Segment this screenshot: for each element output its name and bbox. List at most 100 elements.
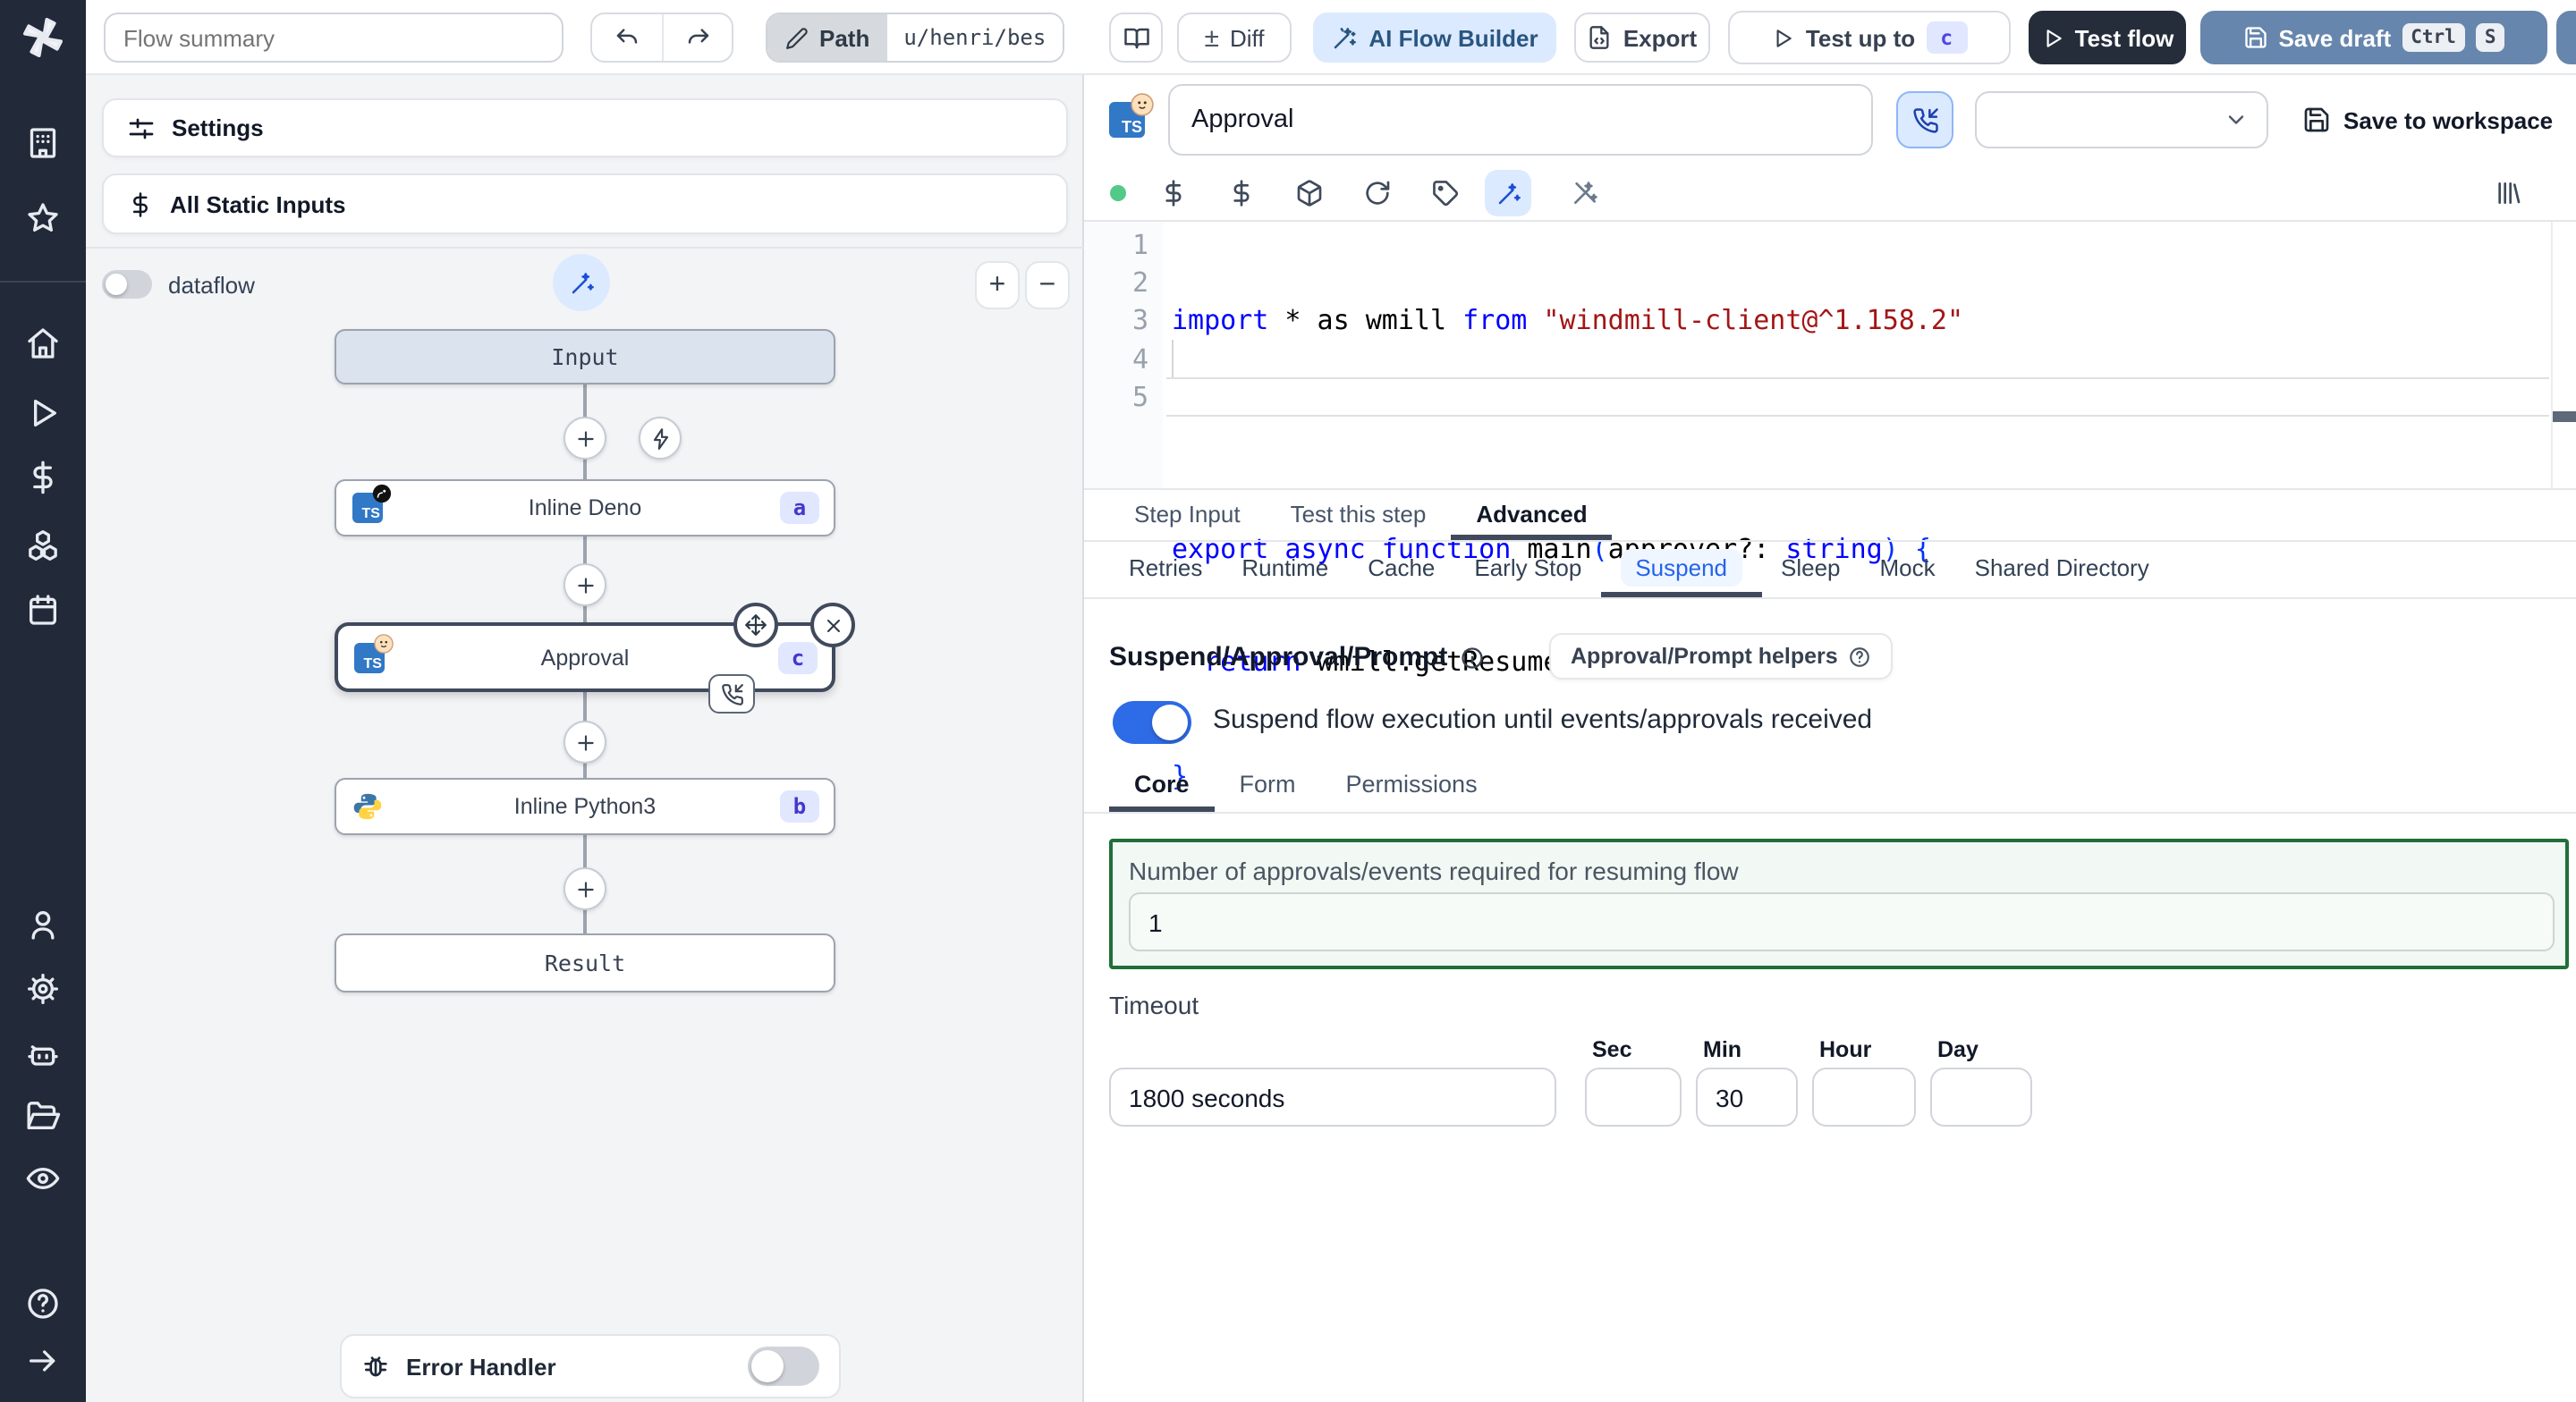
- error-handler-toggle[interactable]: [748, 1347, 819, 1386]
- save-draft-button[interactable]: Save draft Ctrl S: [2200, 11, 2547, 64]
- resources-boxes-icon[interactable]: [25, 528, 61, 563]
- suspend-section-heading: Suspend/Approval/Prompt: [1109, 642, 1485, 672]
- docs-book-button[interactable]: [1109, 13, 1163, 63]
- tab-step-input[interactable]: Step Input: [1109, 494, 1266, 540]
- add-trigger-button[interactable]: [639, 417, 682, 460]
- timeout-seconds-input[interactable]: [1109, 1068, 1556, 1127]
- delete-step-button[interactable]: [810, 603, 855, 647]
- template-dropdown[interactable]: [1975, 91, 2268, 148]
- audit-eye-icon[interactable]: [25, 1161, 61, 1196]
- approvals-required-input[interactable]: [1129, 892, 2555, 951]
- redo-button[interactable]: [662, 14, 732, 61]
- hour-input[interactable]: [1812, 1068, 1916, 1127]
- step-tabs: Step Input Test this step Advanced: [1084, 494, 2576, 542]
- ai-generate-wand-button-active[interactable]: [1485, 170, 1531, 216]
- subtab-shared-directory[interactable]: Shared Directory: [1955, 542, 2169, 597]
- add-variable-dollar-icon[interactable]: [1159, 179, 1188, 207]
- package-icon[interactable]: [1295, 179, 1324, 207]
- flow-node-result[interactable]: Result: [335, 933, 835, 992]
- export-button[interactable]: Export: [1574, 13, 1710, 63]
- editor-scrollbar-thumb[interactable]: [2553, 411, 2576, 422]
- code-line-1: import * as wmill from "windmill-client@…: [1172, 304, 1964, 337]
- save-icon: [2243, 25, 2268, 50]
- play-icon: [1772, 26, 1795, 49]
- tab-permissions[interactable]: Permissions: [1321, 762, 1503, 812]
- ai-flow-builder-button[interactable]: AI Flow Builder: [1313, 13, 1556, 63]
- zoom-out-button[interactable]: −: [1025, 261, 1070, 309]
- variables-dollar-icon[interactable]: [25, 460, 61, 495]
- add-step-button[interactable]: [564, 417, 606, 460]
- deploy-button-clipped[interactable]: [2556, 11, 2576, 64]
- suspend-phone-button[interactable]: [1896, 91, 1953, 148]
- tab-test-this-step[interactable]: Test this step: [1266, 494, 1452, 540]
- save-to-workspace-button[interactable]: Save to workspace: [2302, 91, 2553, 148]
- flow-summary-input[interactable]: [104, 13, 564, 63]
- runs-play-icon[interactable]: [25, 395, 61, 431]
- users-icon[interactable]: [25, 907, 61, 942]
- folders-icon[interactable]: [25, 1098, 61, 1134]
- info-icon[interactable]: [1460, 645, 1485, 670]
- path-button[interactable]: Path u/henri/bes: [766, 13, 1064, 63]
- error-handler-bar[interactable]: Error Handler: [340, 1334, 841, 1398]
- topbar: Path u/henri/bes ± Diff AI Flow Builder …: [86, 0, 2576, 75]
- subtab-early-stop[interactable]: Early Stop: [1454, 542, 1601, 597]
- step-detail-panel: TS Save to workspace: [1084, 75, 2576, 1402]
- zoom-in-button[interactable]: +: [975, 261, 1020, 309]
- flow-settings-bar[interactable]: Settings: [102, 98, 1068, 157]
- subtab-sleep[interactable]: Sleep: [1761, 542, 1860, 597]
- ai-wand-off-icon[interactable]: [1571, 179, 1599, 207]
- suspend-inner-tabs: Core Form Permissions: [1084, 762, 2576, 814]
- undo-button[interactable]: [592, 14, 662, 61]
- flow-node-inline-deno[interactable]: TS Inline Deno a: [335, 479, 835, 536]
- diff-button[interactable]: ± Diff: [1177, 13, 1292, 63]
- tab-form[interactable]: Form: [1215, 762, 1321, 812]
- library-icon[interactable]: [2494, 179, 2522, 207]
- windmill-logo[interactable]: [21, 16, 64, 59]
- dataflow-toggle[interactable]: [102, 270, 152, 299]
- approval-prompt-helpers-button[interactable]: Approval/Prompt helpers: [1549, 633, 1894, 680]
- all-static-inputs-bar[interactable]: All Static Inputs: [102, 173, 1068, 234]
- add-step-button[interactable]: [564, 867, 606, 910]
- reload-icon[interactable]: [1363, 179, 1392, 207]
- settings-gear-icon[interactable]: [25, 971, 61, 1007]
- flow-node-input[interactable]: Input: [335, 329, 835, 384]
- subtab-retries[interactable]: Retries: [1109, 542, 1222, 597]
- path-label: Path: [767, 14, 888, 61]
- hour-label: Hour: [1819, 1037, 1872, 1062]
- step-id-badge: a: [780, 492, 819, 524]
- expand-arrow-icon[interactable]: [25, 1343, 61, 1379]
- test-flow-button[interactable]: Test flow: [2029, 11, 2186, 64]
- subtab-cache[interactable]: Cache: [1348, 542, 1454, 597]
- step-typescript-icon: TS: [1109, 93, 1154, 138]
- subtab-mock[interactable]: Mock: [1860, 542, 1955, 597]
- tab-core[interactable]: Core: [1109, 762, 1215, 812]
- suspend-flow-toggle[interactable]: [1113, 701, 1191, 744]
- format-tag-icon[interactable]: [1431, 179, 1460, 207]
- help-icon[interactable]: [25, 1286, 61, 1322]
- tab-advanced[interactable]: Advanced: [1451, 494, 1613, 540]
- workers-robot-icon[interactable]: [25, 1037, 61, 1073]
- subtab-runtime[interactable]: Runtime: [1222, 542, 1348, 597]
- add-resource-dollar-icon[interactable]: [1227, 179, 1256, 207]
- home-icon[interactable]: [25, 325, 61, 361]
- ai-wand-button[interactable]: [553, 254, 610, 311]
- schedules-calendar-icon[interactable]: [25, 592, 61, 628]
- code-editor[interactable]: 1 2 3 4 5 import * as wmill from "windmi…: [1084, 222, 2576, 792]
- typescript-approval-icon: TS: [354, 633, 394, 672]
- favorites-star-icon[interactable]: [25, 200, 61, 236]
- min-input[interactable]: [1696, 1068, 1798, 1127]
- test-up-to-button[interactable]: Test up to c: [1728, 11, 2011, 64]
- move-step-handle[interactable]: [733, 603, 778, 647]
- workspace-building-icon[interactable]: [25, 125, 61, 161]
- play-icon: [2041, 26, 2064, 49]
- add-step-button[interactable]: [564, 721, 606, 764]
- step-title-input[interactable]: [1168, 84, 1873, 156]
- kbd-s: S: [2475, 23, 2505, 52]
- sec-input[interactable]: [1585, 1068, 1682, 1127]
- day-input[interactable]: [1930, 1068, 2032, 1127]
- bug-icon: [361, 1352, 390, 1381]
- add-step-button[interactable]: [564, 563, 606, 606]
- flow-node-inline-python[interactable]: Inline Python3 b: [335, 778, 835, 835]
- kbd-ctrl: Ctrl: [2402, 23, 2465, 52]
- subtab-suspend[interactable]: Suspend: [1601, 542, 1761, 597]
